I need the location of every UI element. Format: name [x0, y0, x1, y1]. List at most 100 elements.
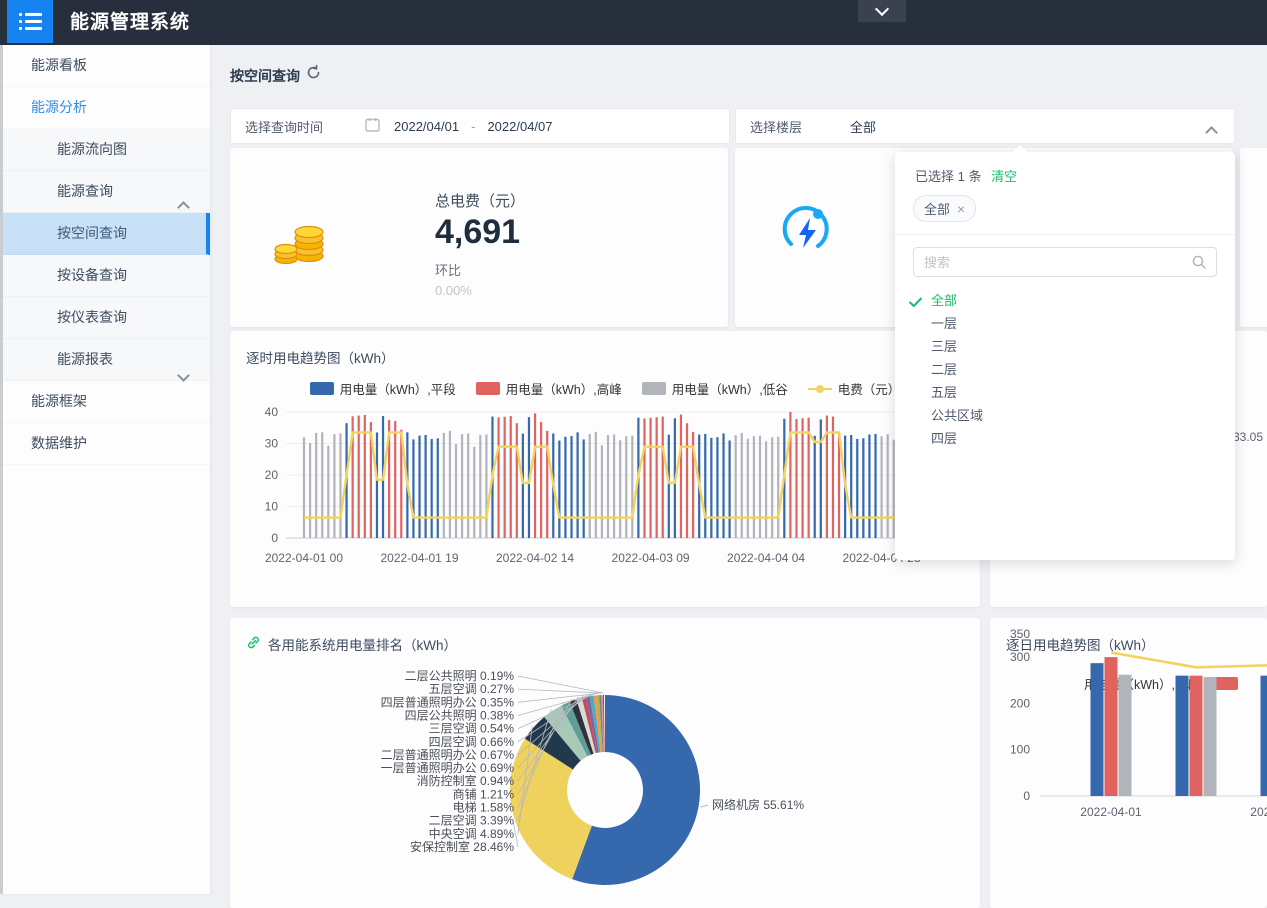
- sidebar-item-label: 能源流向图: [57, 141, 127, 157]
- svg-text:二层公共照明 0.19%: 二层公共照明 0.19%: [405, 669, 515, 683]
- svg-text:0: 0: [1023, 789, 1030, 803]
- hourly-trend-card: 逐时用电趋势图（kWh） 用电量（kWh）,平段用电量（kWh）,高峰用电量（k…: [230, 331, 980, 607]
- search-input[interactable]: [913, 247, 1217, 277]
- list-menu-icon: [19, 13, 42, 30]
- svg-text:安保控制室 28.46%: 安保控制室 28.46%: [410, 839, 514, 854]
- sidebar-item-label: 能源框架: [31, 393, 87, 409]
- clear-selection-button[interactable]: 清空: [991, 169, 1017, 184]
- tag-remove-icon[interactable]: ×: [957, 201, 965, 217]
- floor-dropdown-panel: 已选择 1 条 清空 全部 × 全部一层三层二层五层公共区域四层: [895, 152, 1235, 560]
- svg-text:200: 200: [1010, 696, 1030, 710]
- daily-chart: 01002003003502022-04-012022-04-03: [990, 618, 1267, 908]
- svg-text:300: 300: [1010, 650, 1030, 664]
- svg-text:中央空调 4.89%: 中央空调 4.89%: [429, 826, 515, 841]
- total-electricity-fee-card: 总电费（元） 4,691 环比 0.00%: [230, 148, 728, 327]
- sidebar-item-label: 按设备查询: [57, 267, 127, 283]
- svg-text:电梯 1.58%: 电梯 1.58%: [453, 801, 515, 815]
- calendar-icon: [365, 117, 380, 135]
- sidebar-item-2[interactable]: 能源流向图: [3, 129, 210, 171]
- chevron-down-icon: [875, 2, 889, 16]
- floor-option-label: 二层: [931, 362, 957, 377]
- date-range-label: 选择查询时间: [245, 117, 323, 136]
- sidebar-item-6[interactable]: 按仪表查询: [3, 297, 210, 339]
- sidebar-item-8[interactable]: 能源框架: [3, 381, 210, 423]
- sidebar-item-4[interactable]: 按空间查询: [3, 213, 210, 255]
- svg-text:四层普通照明办公 0.35%: 四层普通照明办公 0.35%: [381, 694, 515, 709]
- sidebar-item-label: 能源看板: [31, 57, 87, 73]
- check-icon: [909, 294, 922, 313]
- selected-tag: 全部 ×: [913, 195, 976, 222]
- sidebar-item-label: 能源分析: [31, 99, 87, 115]
- svg-text:2022-04-01: 2022-04-01: [1080, 805, 1142, 819]
- floor-option-2[interactable]: 三层: [895, 335, 1235, 358]
- floor-select-label: 选择楼层: [750, 117, 802, 136]
- sidebar-item-label: 能源报表: [57, 351, 113, 367]
- svg-text:0: 0: [271, 531, 278, 545]
- date-range-picker[interactable]: 选择查询时间 2022/04/01 - 2022/04/07: [230, 108, 730, 144]
- chevron-up-icon: [1207, 124, 1216, 140]
- sidebar-item-9[interactable]: 数据维护: [3, 423, 210, 465]
- floor-option-label: 全部: [931, 293, 957, 308]
- floor-option-5[interactable]: 公共区域: [895, 404, 1235, 427]
- svg-text:三层空调 0.54%: 三层空调 0.54%: [429, 722, 515, 736]
- floor-option-4[interactable]: 五层: [895, 381, 1235, 404]
- panel-divider: [895, 234, 1235, 235]
- floor-select-value: 全部: [850, 117, 876, 136]
- date-end-value: 2022/04/07: [487, 119, 552, 134]
- refresh-icon[interactable]: [305, 64, 322, 86]
- top-header: 能源管理系统: [0, 0, 1267, 45]
- floor-option-0[interactable]: 全部: [895, 289, 1235, 312]
- sidebar-item-3[interactable]: 能源查询: [3, 171, 210, 213]
- selection-summary-text: 已选择 1 条: [915, 169, 981, 184]
- floor-option-label: 五层: [931, 385, 957, 400]
- svg-text:20: 20: [265, 468, 279, 482]
- svg-text:30: 30: [265, 437, 279, 451]
- svg-text:消防控制室 0.94%: 消防控制室 0.94%: [417, 773, 515, 788]
- floor-option-3[interactable]: 二层: [895, 358, 1235, 381]
- coins-icon: [272, 210, 334, 275]
- lightning-gauge-icon: [777, 200, 837, 265]
- floor-option-label: 公共区域: [931, 408, 983, 423]
- svg-text:2022-04-03: 2022-04-03: [1250, 805, 1267, 819]
- floor-option-label: 三层: [931, 339, 957, 354]
- svg-text:2022-04-03 09: 2022-04-03 09: [612, 551, 690, 565]
- svg-text:二层普通照明办公 0.67%: 二层普通照明办公 0.67%: [381, 747, 515, 762]
- sidebar: 能源看板能源分析能源流向图能源查询按空间查询按设备查询按仪表查询能源报表能源框架…: [0, 45, 210, 894]
- daily-trend-card: 逐日用电趋势图（kWh） 用电量（kWh）,平段 010020030035020…: [990, 618, 1267, 908]
- sidebar-item-5[interactable]: 按设备查询: [3, 255, 210, 297]
- sidebar-item-label: 能源查询: [57, 183, 113, 199]
- svg-text:350: 350: [1010, 627, 1030, 641]
- header-dropdown-button[interactable]: [858, 0, 906, 22]
- svg-text:2022-04-04 04: 2022-04-04 04: [727, 551, 805, 565]
- stat-title: 总电费（元）: [435, 190, 525, 211]
- stat-card-partial: [1240, 148, 1267, 327]
- energy-ranking-card: 各用能系统用电量排名（kWh） 网络机房 55.61%安保控制室 28.46%中…: [230, 618, 980, 908]
- floor-option-label: 一层: [931, 316, 957, 331]
- sidebar-toggle-button[interactable]: [7, 0, 53, 43]
- sidebar-item-7[interactable]: 能源报表: [3, 339, 210, 381]
- hourly-chart: 0 10 20 30 40 2022-04-01 00 2022-04-01 19 2022-…: [230, 331, 980, 607]
- svg-text:40: 40: [265, 405, 279, 419]
- stat-value: 4,691: [435, 213, 525, 252]
- stat-sub-label: 环比: [435, 260, 525, 279]
- sidebar-item-1[interactable]: 能源分析: [3, 87, 210, 129]
- svg-text:2022-04-01 00: 2022-04-01 00: [265, 551, 343, 565]
- svg-text:四层空调 0.66%: 四层空调 0.66%: [429, 735, 515, 749]
- selection-summary: 已选择 1 条 清空: [915, 166, 1235, 185]
- floor-select[interactable]: 选择楼层 全部: [735, 108, 1235, 144]
- svg-text:商铺 1.21%: 商铺 1.21%: [453, 786, 515, 801]
- sidebar-item-label: 数据维护: [31, 435, 87, 451]
- svg-text:2022-04-01 19: 2022-04-01 19: [380, 551, 458, 565]
- date-separator: -: [471, 119, 475, 134]
- breadcrumb: 按空间查询: [230, 66, 300, 86]
- svg-text:10: 10: [265, 500, 279, 514]
- floor-option-label: 四层: [931, 431, 957, 446]
- selected-tag-label: 全部: [924, 199, 950, 218]
- svg-text:2022-04-02 14: 2022-04-02 14: [496, 551, 574, 565]
- sidebar-item-0[interactable]: 能源看板: [3, 45, 210, 87]
- svg-text:网络机房 55.61%: 网络机房 55.61%: [712, 797, 804, 812]
- date-start-value: 2022/04/01: [394, 119, 459, 134]
- floor-option-1[interactable]: 一层: [895, 312, 1235, 335]
- sidebar-item-label: 按仪表查询: [57, 309, 127, 325]
- floor-option-6[interactable]: 四层: [895, 427, 1235, 450]
